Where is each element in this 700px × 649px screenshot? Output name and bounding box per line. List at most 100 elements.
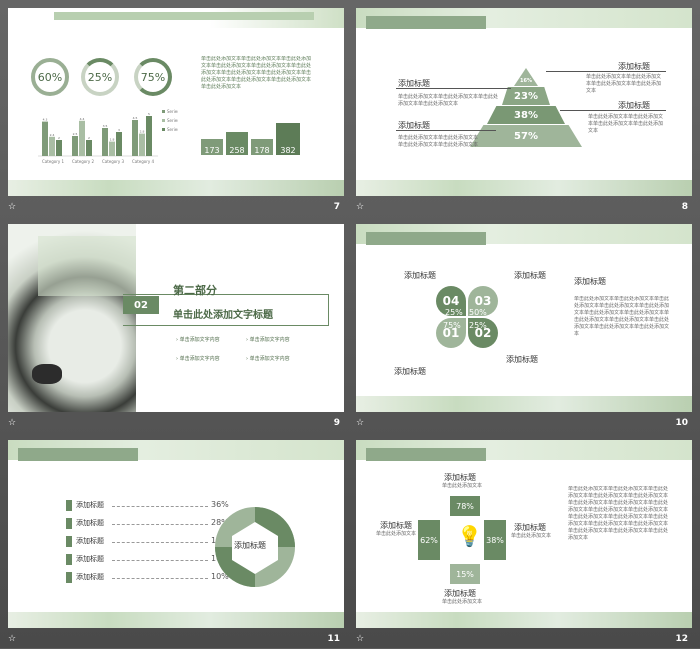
side-text: 单击此处添加文本单击此处添加文本单击此处添加文本单击此处添加文本单击此处添加文本… bbox=[574, 296, 670, 337]
row-marker bbox=[66, 518, 72, 529]
bar bbox=[146, 116, 152, 156]
star-icon[interactable]: ☆ bbox=[356, 202, 364, 212]
title-bar bbox=[366, 448, 486, 461]
part-subtitle: 单击此处添加文字标题 bbox=[173, 310, 273, 321]
list-item: › 单击添加文字内容 bbox=[176, 337, 220, 343]
slide-number: 9 bbox=[333, 418, 340, 428]
category-label: Category 2 bbox=[72, 159, 95, 164]
slide-thumbnail-10[interactable]: 04 03 01 02 25% 50% 75% 25% 添加标题 添加标题 添加… bbox=[356, 224, 692, 412]
slide-number: 12 bbox=[675, 634, 688, 644]
legend-label: Series 1 bbox=[167, 109, 178, 114]
slide-footer-11: ☆ 11 bbox=[8, 631, 344, 649]
slide-number: 8 bbox=[681, 202, 688, 212]
pyramid-level-1: 16% bbox=[514, 68, 538, 86]
step-label: 382 bbox=[280, 146, 296, 155]
row-label: 添加标题 bbox=[76, 519, 104, 527]
percent-label: 25% bbox=[87, 70, 113, 84]
value-top: 78% bbox=[450, 496, 480, 516]
slide-thumbnail-7[interactable]: 60% 25% 75% 单击此处添加文本单击此处添加文本单击此处添加文本单击此处… bbox=[8, 8, 344, 196]
star-icon[interactable]: ☆ bbox=[8, 202, 16, 212]
bar bbox=[56, 140, 62, 156]
legend-label: Series 3 bbox=[167, 127, 178, 132]
slide-footer-8: ☆ 8 bbox=[356, 199, 692, 217]
bar bbox=[42, 121, 48, 156]
data-label: 2 bbox=[58, 136, 60, 140]
star-icon[interactable]: ☆ bbox=[356, 634, 364, 644]
body-text: 单击此处添加文本单击此处添加文本单击此处添加文本单击此处添加文本单击此处添加文本… bbox=[201, 56, 312, 90]
bar bbox=[116, 132, 122, 156]
callout-text: 单击此处添加文本单击此处添加文本单击此处添加文本单击此处添加文本 bbox=[588, 114, 664, 134]
step-box-4: 382 bbox=[276, 123, 300, 155]
row-leader bbox=[112, 542, 208, 543]
legend-swatch bbox=[162, 110, 165, 113]
pyramid-label: 23% bbox=[514, 90, 538, 102]
callout-text: 单击此处添加文本单击此处添加文本单击此处添加文本单击此处添加文本 bbox=[398, 135, 479, 148]
value-label: 78% bbox=[456, 501, 474, 511]
slide-number: 7 bbox=[333, 202, 340, 212]
data-label: 2.5 bbox=[73, 132, 78, 136]
top-title: 添加标题 bbox=[444, 473, 476, 482]
step-label: 258 bbox=[229, 146, 245, 155]
quadrant-number: 04 bbox=[442, 294, 460, 308]
data-label: 1.8 bbox=[110, 138, 115, 142]
slide-thumbnail-12[interactable]: 添加标题 单击此处添加文本 78% 62% 38% 15% 💡 添加标题 单击此… bbox=[356, 440, 692, 628]
footer-band bbox=[356, 396, 692, 412]
left-text: 单击此处添加文本 bbox=[376, 531, 417, 537]
data-label: 4.5 bbox=[133, 116, 138, 120]
percent-ring-3: 75% bbox=[134, 58, 172, 96]
footer-band bbox=[356, 180, 692, 196]
bar bbox=[109, 141, 115, 156]
callout-line bbox=[396, 130, 496, 131]
title-bar bbox=[18, 448, 138, 461]
footer-band bbox=[8, 180, 344, 196]
slide-thumbnail-9[interactable]: 02 第二部分 单击此处添加文字标题 › 单击添加文字内容 › 单击添加文字内容… bbox=[8, 224, 344, 412]
callout-text: 单击此处添加文本单击此处添加文本单击此处添加文本单击此处添加文本 bbox=[398, 94, 499, 107]
percent-ring-1: 60% bbox=[31, 58, 69, 96]
value-label: 38% bbox=[486, 535, 504, 545]
footer-band bbox=[8, 612, 344, 628]
row-marker bbox=[66, 536, 72, 547]
data-label: 5 bbox=[148, 112, 150, 116]
percent-label: 75% bbox=[140, 70, 166, 84]
title-bar bbox=[366, 232, 486, 245]
slide-number: 10 bbox=[675, 418, 688, 428]
pyramid-level-3: 38% bbox=[487, 106, 565, 124]
pyramid-label: 38% bbox=[514, 109, 538, 121]
legend-label: Series 2 bbox=[167, 118, 178, 123]
percent-label: 60% bbox=[37, 70, 63, 84]
value-label: 15% bbox=[456, 569, 474, 579]
data-label: 2.4 bbox=[50, 133, 55, 137]
star-icon[interactable]: ☆ bbox=[8, 418, 16, 428]
callout-title: 添加标题 bbox=[514, 271, 546, 280]
slide-thumbnail-11[interactable]: 添加标题 36% 添加标题 28% 添加标题 10% 添加标题 16% 添加标题… bbox=[8, 440, 344, 628]
callout-line bbox=[396, 88, 511, 89]
right-text: 单击此处添加文本 bbox=[511, 533, 552, 539]
callout-text: 单击此处添加文本单击此处添加文本单击此处添加文本单击此处添加文本 bbox=[586, 74, 662, 94]
step-box-3: 178 bbox=[251, 139, 273, 155]
data-label: 4.3 bbox=[43, 118, 48, 122]
title-bar bbox=[366, 16, 486, 29]
row-marker bbox=[66, 554, 72, 565]
slide-number: 11 bbox=[327, 634, 340, 644]
list-item: › 单击添加文字内容 bbox=[246, 337, 290, 343]
slide-thumbnail-8[interactable]: 16% 23% 38% 57% 添加标题 单击此处添加文本单击此处添加文本单击此… bbox=[356, 8, 692, 196]
bar-chart: 4.32.42Category 12.54.42Category 23.51.8… bbox=[38, 109, 178, 164]
bar bbox=[72, 136, 78, 156]
row-leader bbox=[112, 506, 208, 507]
star-icon[interactable]: ☆ bbox=[8, 634, 16, 644]
side-text: 单击此处添加文本单击此处添加文本单击此处添加文本单击此处添加文本单击此处添加文本… bbox=[568, 486, 669, 541]
step-label: 173 bbox=[204, 146, 220, 155]
callout-title: 添加标题 bbox=[394, 367, 426, 376]
row-leader bbox=[112, 560, 208, 561]
value-right: 38% bbox=[484, 520, 506, 560]
value-bottom: 15% bbox=[450, 564, 480, 584]
data-label: 2 bbox=[88, 136, 90, 140]
quadrant-percent: 75% bbox=[443, 321, 461, 330]
bar bbox=[86, 140, 92, 156]
step-box-1: 173 bbox=[201, 139, 223, 155]
data-label: 3 bbox=[118, 128, 120, 132]
pyramid-level-4: 57% bbox=[470, 125, 582, 147]
quadrant-percent: 25% bbox=[469, 321, 487, 330]
star-icon[interactable]: ☆ bbox=[356, 418, 364, 428]
slide-footer-12: ☆ 12 bbox=[356, 631, 692, 649]
